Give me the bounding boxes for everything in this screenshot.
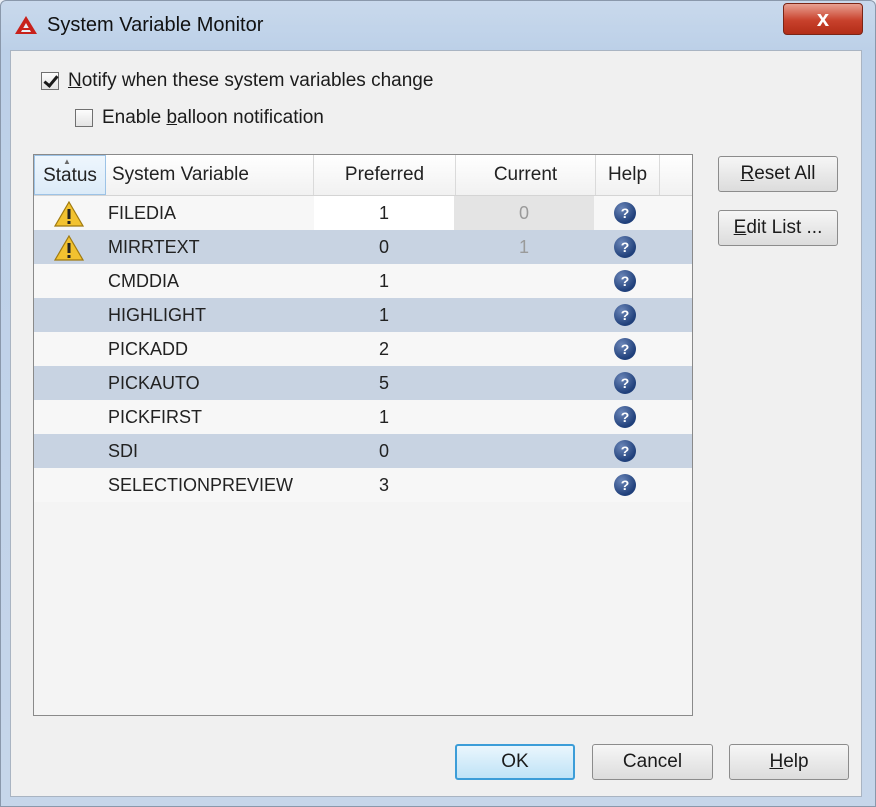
preferred-value[interactable]: 2 xyxy=(314,332,454,366)
variable-name: FILEDIA xyxy=(108,203,177,223)
col-header-status[interactable]: ▲ Status xyxy=(34,155,106,195)
help-icon[interactable]: ? xyxy=(614,440,636,462)
col-header-variable[interactable]: System Variable xyxy=(106,155,314,195)
variables-grid: ▲ Status System Variable Preferred Curre… xyxy=(33,154,693,716)
reset-all-button[interactable]: Reset All xyxy=(718,156,838,192)
preferred-value[interactable]: 1 xyxy=(314,196,454,230)
current-value xyxy=(454,400,594,434)
preferred-value[interactable]: 1 xyxy=(314,400,454,434)
cancel-button[interactable]: Cancel xyxy=(592,744,713,780)
warning-icon xyxy=(54,201,84,227)
current-value xyxy=(454,264,594,298)
window-title: System Variable Monitor xyxy=(47,14,264,36)
help-icon[interactable]: ? xyxy=(614,338,636,360)
current-value: 0 xyxy=(454,196,594,230)
title-bar: System Variable Monitor x xyxy=(1,1,875,49)
autocad-logo-icon xyxy=(15,16,37,34)
table-row[interactable]: MIRRTEXT 0 1 ? xyxy=(34,230,692,264)
edit-list-button[interactable]: Edit List ... xyxy=(718,210,838,246)
help-icon[interactable]: ? xyxy=(614,202,636,224)
ok-button[interactable]: OK xyxy=(455,744,575,780)
table-row[interactable]: SELECTIONPREVIEW 3 ? xyxy=(34,468,692,502)
notify-label: Notify when these system variables chang… xyxy=(68,70,434,91)
table-row[interactable]: FILEDIA 1 0 ? xyxy=(34,196,692,230)
col-header-preferred[interactable]: Preferred xyxy=(314,155,456,195)
table-row[interactable]: PICKFIRST 1 ? xyxy=(34,400,692,434)
col-header-help[interactable]: Help xyxy=(596,155,660,195)
preferred-value[interactable]: 0 xyxy=(314,230,454,264)
current-value xyxy=(454,298,594,332)
balloon-option[interactable]: Enable balloon notification xyxy=(75,107,324,129)
variable-name: PICKAUTO xyxy=(108,373,200,393)
help-icon[interactable]: ? xyxy=(614,236,636,258)
variable-name: MIRRTEXT xyxy=(108,237,200,257)
variable-name: PICKADD xyxy=(108,339,189,359)
help-icon[interactable]: ? xyxy=(614,406,636,428)
table-row[interactable]: SDI 0 ? xyxy=(34,434,692,468)
col-header-current[interactable]: Current xyxy=(456,155,596,195)
help-button[interactable]: Help xyxy=(729,744,849,780)
help-icon[interactable]: ? xyxy=(614,270,636,292)
variable-name: SDI xyxy=(108,441,139,461)
balloon-label: Enable balloon notification xyxy=(102,107,324,128)
notify-checkbox[interactable] xyxy=(41,72,59,90)
close-button[interactable]: x xyxy=(783,3,863,35)
variable-name: PICKFIRST xyxy=(108,407,203,427)
system-variable-monitor-dialog: System Variable Monitor x Notify when th… xyxy=(0,0,876,807)
current-value: 1 xyxy=(518,237,529,257)
current-value xyxy=(454,366,594,400)
preferred-value[interactable]: 3 xyxy=(314,468,454,502)
help-icon[interactable]: ? xyxy=(614,372,636,394)
balloon-checkbox[interactable] xyxy=(75,109,93,127)
current-value xyxy=(454,434,594,468)
grid-header: ▲ Status System Variable Preferred Curre… xyxy=(34,155,692,196)
variable-name: HIGHLIGHT xyxy=(108,305,207,325)
table-row[interactable]: CMDDIA 1 ? xyxy=(34,264,692,298)
sort-up-icon: ▲ xyxy=(63,157,71,166)
preferred-value[interactable]: 0 xyxy=(314,434,454,468)
variable-name: SELECTIONPREVIEW xyxy=(108,475,294,495)
dialog-body: Notify when these system variables chang… xyxy=(10,50,862,797)
table-row[interactable]: PICKAUTO 5 ? xyxy=(34,366,692,400)
current-value xyxy=(454,332,594,366)
preferred-value[interactable]: 5 xyxy=(314,366,454,400)
table-row[interactable]: HIGHLIGHT 1 ? xyxy=(34,298,692,332)
table-row[interactable]: PICKADD 2 ? xyxy=(34,332,692,366)
preferred-value[interactable]: 1 xyxy=(314,264,454,298)
warning-icon xyxy=(54,235,84,261)
help-icon[interactable]: ? xyxy=(614,304,636,326)
help-icon[interactable]: ? xyxy=(614,474,636,496)
preferred-value[interactable]: 1 xyxy=(314,298,454,332)
variable-name: CMDDIA xyxy=(108,271,179,291)
current-value xyxy=(454,468,594,502)
notify-option[interactable]: Notify when these system variables chang… xyxy=(41,70,433,92)
